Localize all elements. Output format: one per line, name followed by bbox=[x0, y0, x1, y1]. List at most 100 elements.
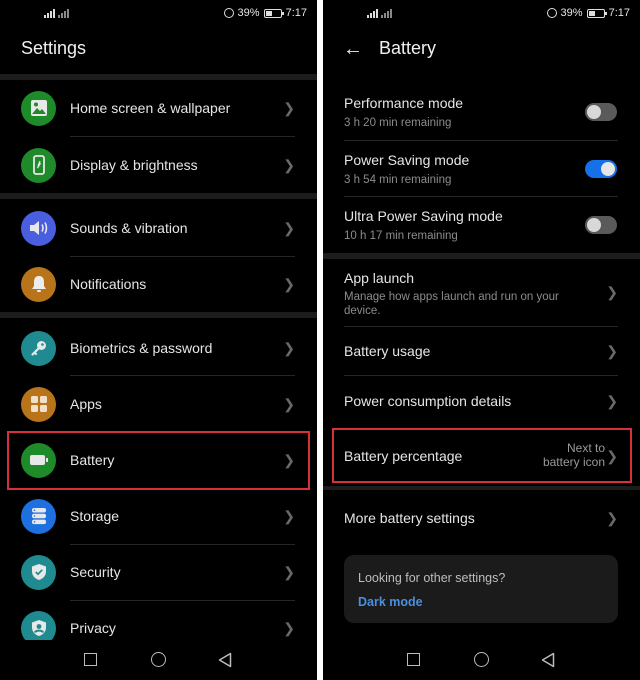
chevron-right-icon: ❯ bbox=[283, 156, 295, 173]
clock: 7:17 bbox=[285, 7, 307, 19]
bell-icon bbox=[21, 266, 56, 302]
chevron-right-icon: ❯ bbox=[283, 339, 295, 356]
chevron-right-icon: ❯ bbox=[283, 219, 295, 236]
dark-mode-link[interactable]: Dark mode bbox=[358, 595, 423, 609]
power-saving-mode-row: Power Saving mode 3 h 54 min remaining bbox=[323, 143, 640, 199]
chevron-right-icon: ❯ bbox=[283, 99, 295, 116]
alarm-icon bbox=[223, 8, 234, 18]
recent-apps-icon[interactable] bbox=[407, 653, 420, 666]
item-title: Power consumption details bbox=[344, 393, 512, 409]
navigation-bar bbox=[0, 640, 317, 680]
back-arrow-icon[interactable]: ← bbox=[343, 38, 363, 60]
settings-item-security[interactable]: Security ❯ bbox=[0, 544, 317, 600]
settings-item-battery[interactable]: Battery ❯ bbox=[0, 432, 317, 488]
battery-usage-item[interactable]: Battery usage ❯ bbox=[323, 326, 640, 376]
page-title: Battery bbox=[379, 38, 437, 58]
section-separator bbox=[0, 193, 317, 199]
mode-remaining: 10 h 17 min remaining bbox=[344, 230, 458, 242]
apps-grid-icon bbox=[21, 386, 56, 422]
chevron-right-icon: ❯ bbox=[606, 510, 618, 526]
signal-icon bbox=[367, 8, 392, 18]
toggle-knob bbox=[587, 218, 601, 232]
signal-icon bbox=[44, 8, 69, 18]
mode-title: Power Saving mode bbox=[344, 152, 470, 168]
mode-title: Ultra Power Saving mode bbox=[344, 208, 503, 224]
settings-item-display-brightness[interactable]: Display & brightness ❯ bbox=[0, 137, 317, 193]
settings-item-biometrics-password[interactable]: Biometrics & password ❯ bbox=[0, 320, 317, 376]
ultra-power-saving-mode-row: Ultra Power Saving mode 10 h 17 min rema… bbox=[323, 199, 640, 255]
divider bbox=[344, 196, 618, 197]
performance-mode-row: Performance mode 3 h 20 min remaining bbox=[323, 86, 640, 142]
battery-percent: 39% bbox=[237, 7, 260, 19]
ultra-power-saving-mode-toggle[interactable] bbox=[585, 216, 617, 234]
settings-screen: 39% 7:17 Settings Home screen & wallpape… bbox=[0, 0, 317, 680]
item-title: Battery percentage bbox=[344, 448, 463, 464]
more-battery-settings-item[interactable]: More battery settings ❯ bbox=[323, 492, 640, 542]
settings-item-label: Security bbox=[70, 564, 121, 580]
toggle-knob bbox=[601, 162, 615, 176]
item-title: Battery usage bbox=[344, 343, 431, 359]
alarm-icon bbox=[546, 8, 557, 18]
status-bar: 39% 7:17 bbox=[323, 0, 640, 28]
key-icon bbox=[21, 330, 56, 366]
chevron-right-icon: ❯ bbox=[606, 284, 618, 300]
battery-screen: 39% 7:17 ← Battery Performance mode 3 h … bbox=[323, 0, 640, 680]
chevron-right-icon: ❯ bbox=[606, 393, 618, 409]
settings-item-sounds-vibration[interactable]: Sounds & vibration ❯ bbox=[0, 200, 317, 256]
chevron-right-icon: ❯ bbox=[283, 275, 295, 292]
settings-item-notifications[interactable]: Notifications ❯ bbox=[0, 256, 317, 312]
sound-icon bbox=[21, 210, 56, 246]
settings-item-label: Notifications bbox=[70, 276, 147, 292]
settings-item-label: Battery bbox=[70, 452, 115, 468]
settings-item-home-screen-wallpaper[interactable]: Home screen & wallpaper ❯ bbox=[0, 80, 317, 136]
clock: 7:17 bbox=[608, 7, 630, 19]
item-description: Manage how apps launch and run on your d… bbox=[344, 291, 559, 317]
chevron-right-icon: ❯ bbox=[283, 563, 295, 580]
settings-item-label: Display & brightness bbox=[70, 157, 198, 173]
performance-mode-toggle[interactable] bbox=[585, 103, 617, 121]
battery-status-icon bbox=[263, 8, 284, 18]
wallpaper-icon bbox=[21, 90, 56, 126]
home-icon[interactable] bbox=[474, 652, 489, 667]
battery-percentage-value: Next to battery icon bbox=[543, 441, 605, 469]
settings-item-label: Storage bbox=[70, 508, 120, 524]
battery-status-icon bbox=[586, 8, 607, 18]
page-title: Settings bbox=[21, 38, 87, 58]
section-separator bbox=[323, 486, 640, 490]
settings-item-label: Home screen & wallpaper bbox=[70, 100, 231, 116]
status-bar: 39% 7:17 bbox=[0, 0, 317, 28]
settings-item-label: Privacy bbox=[70, 620, 116, 636]
settings-item-apps[interactable]: Apps ❯ bbox=[0, 376, 317, 432]
item-title: More battery settings bbox=[344, 510, 475, 526]
battery-percentage-item[interactable]: Battery percentage Next to battery icon … bbox=[323, 430, 640, 482]
power-consumption-details-item[interactable]: Power consumption details ❯ bbox=[323, 376, 640, 426]
chevron-right-icon: ❯ bbox=[283, 619, 295, 636]
settings-item-storage[interactable]: Storage ❯ bbox=[0, 488, 317, 544]
power-saving-mode-toggle[interactable] bbox=[585, 160, 617, 178]
shield-check-icon bbox=[21, 554, 56, 590]
mode-title: Performance mode bbox=[344, 95, 464, 111]
item-title: App launch bbox=[344, 270, 415, 286]
toggle-knob bbox=[587, 105, 601, 119]
chevron-right-icon: ❯ bbox=[283, 507, 295, 524]
settings-item-label: Sounds & vibration bbox=[70, 220, 188, 236]
app-launch-item[interactable]: App launch Manage how apps launch and ru… bbox=[323, 260, 640, 326]
display-icon bbox=[21, 147, 56, 183]
chevron-right-icon: ❯ bbox=[283, 395, 295, 412]
value-line-1: Next to bbox=[566, 441, 605, 455]
home-icon[interactable] bbox=[151, 652, 166, 667]
section-separator bbox=[323, 253, 640, 259]
settings-item-label: Apps bbox=[70, 396, 102, 412]
section-separator bbox=[0, 312, 317, 318]
storage-icon bbox=[21, 498, 56, 534]
divider bbox=[344, 140, 618, 141]
settings-item-label: Biometrics & password bbox=[70, 340, 213, 356]
mode-remaining: 3 h 54 min remaining bbox=[344, 174, 452, 186]
navigation-bar bbox=[323, 640, 640, 680]
chevron-right-icon: ❯ bbox=[283, 451, 295, 468]
recent-apps-icon[interactable] bbox=[84, 653, 97, 666]
battery-percent: 39% bbox=[560, 7, 583, 19]
chevron-right-icon: ❯ bbox=[606, 448, 618, 464]
mode-remaining: 3 h 20 min remaining bbox=[344, 117, 452, 129]
battery-icon bbox=[21, 442, 56, 478]
